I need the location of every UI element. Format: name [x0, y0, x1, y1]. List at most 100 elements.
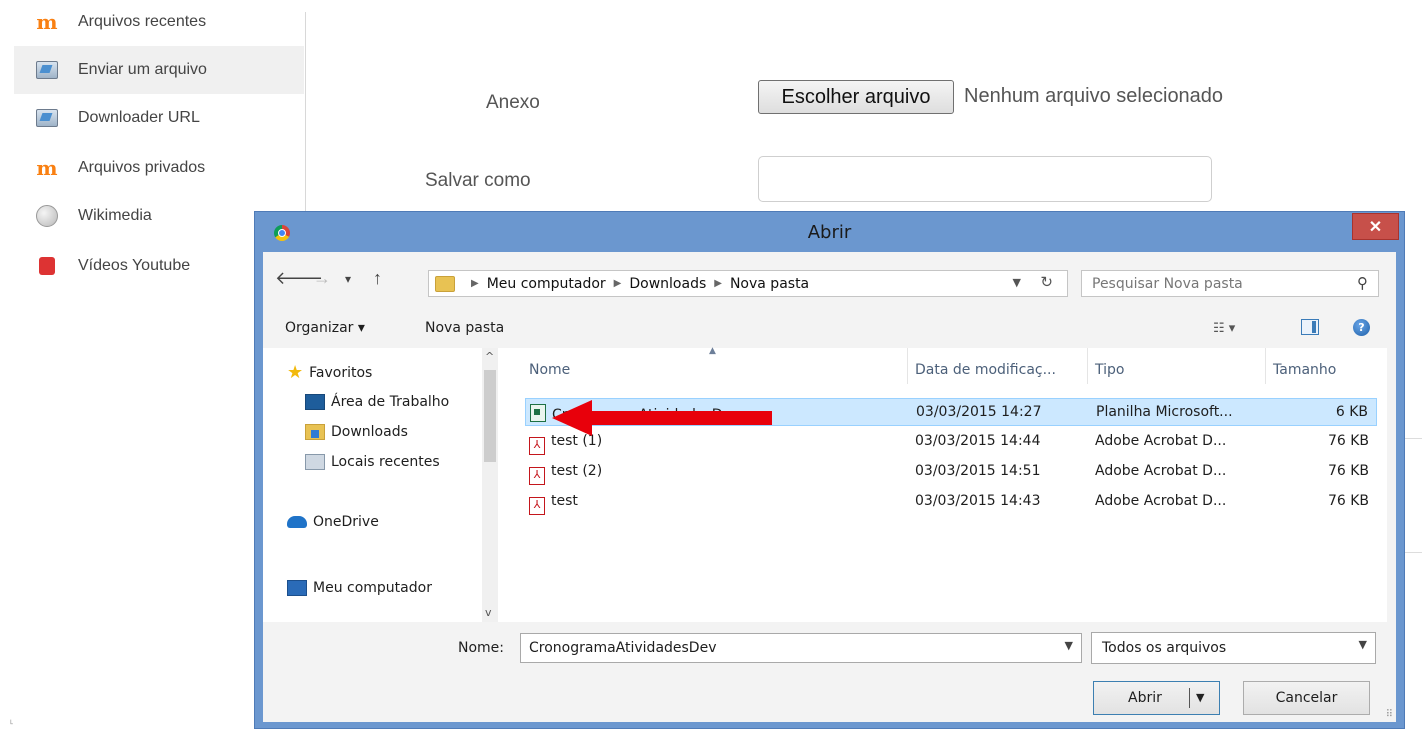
chevron-down-icon[interactable]: ▼	[1196, 691, 1204, 704]
file-date: 03/03/2015 14:43	[915, 493, 1041, 509]
search-icon[interactable]: ⚲	[1357, 274, 1368, 292]
forward-icon[interactable]: →	[313, 268, 331, 289]
nav-item-desktop[interactable]: Área de Trabalho	[305, 394, 449, 410]
column-divider[interactable]	[1087, 348, 1088, 384]
scrollbar-thumb[interactable]	[484, 370, 496, 462]
computer-icon	[287, 580, 307, 596]
repo-item-url-downloader[interactable]: Downloader URL	[14, 94, 304, 142]
file-row[interactable]: ⅄ test (2) 03/03/2015 14:51 Adobe Acrobat…	[525, 458, 1377, 486]
file-name-cell: ⅄ test (2)	[529, 463, 602, 485]
nav-item-recent-places[interactable]: Locais recentes	[305, 454, 440, 470]
help-icon[interactable]: ?	[1353, 319, 1370, 336]
desktop-icon	[305, 394, 325, 410]
chevron-right-icon: ▶	[471, 278, 479, 289]
file-type-value: Todos os arquivos	[1102, 640, 1227, 656]
nav-item-label: Meu computador	[313, 580, 432, 596]
divider	[1405, 552, 1422, 553]
recent-places-icon	[305, 454, 325, 470]
divider	[1405, 438, 1422, 439]
close-button[interactable]: ✕	[1352, 213, 1399, 240]
dialog-titlebar[interactable]: Abrir ✕	[255, 212, 1404, 252]
breadcrumb-item[interactable]: Meu computador	[487, 276, 606, 292]
file-type-select[interactable]: Todos os arquivos ▼	[1091, 632, 1376, 664]
address-bar[interactable]: ▶ Meu computador ▶ Downloads ▶ Nova past…	[428, 270, 1068, 297]
repo-item-upload-file[interactable]: Enviar um arquivo	[14, 46, 304, 94]
cancel-button[interactable]: Cancelar	[1243, 681, 1370, 715]
column-divider[interactable]	[1265, 348, 1266, 384]
scroll-down-icon[interactable]: v	[485, 606, 492, 619]
chevron-right-icon: ▶	[714, 278, 722, 289]
repo-item-private-files[interactable]: m Arquivos privados	[14, 144, 304, 192]
moodle-icon: m	[36, 10, 58, 34]
wikimedia-icon	[36, 205, 58, 227]
nav-item-label: Locais recentes	[331, 454, 440, 470]
chevron-down-icon[interactable]: ▼	[1013, 276, 1021, 289]
file-date: 03/03/2015 14:27	[916, 404, 1042, 420]
folder-icon	[435, 275, 455, 292]
file-name-value: CronogramaAtividadesDev	[529, 640, 717, 656]
file-name-label: Nome:	[458, 640, 505, 656]
attachment-label: Anexo	[486, 92, 540, 113]
pdf-icon: ⅄	[529, 437, 545, 455]
toolbar: Organizar ▾ Nova pasta ☷ ▾ ?	[263, 308, 1396, 348]
url-download-icon	[36, 107, 58, 129]
save-as-input[interactable]	[758, 156, 1212, 202]
chevron-down-icon: ▼	[1358, 638, 1367, 651]
nav-item-favorites[interactable]: ★ Favoritos	[287, 364, 372, 382]
file-size: 76 KB	[1327, 493, 1369, 509]
repo-item-label: Vídeos Youtube	[78, 257, 191, 274]
dialog-title: Abrir	[807, 222, 852, 243]
up-icon[interactable]: ↑	[373, 268, 382, 289]
refresh-icon[interactable]: ↻	[1040, 273, 1053, 291]
file-name: test (2)	[551, 463, 603, 479]
file-name: test	[551, 493, 578, 509]
column-header-size[interactable]: Tamanho	[1273, 362, 1336, 378]
upload-icon	[36, 59, 58, 81]
file-type: Adobe Acrobat D...	[1095, 493, 1227, 509]
pdf-icon: ⅄	[529, 497, 545, 515]
nav-item-label: OneDrive	[313, 514, 379, 530]
file-date: 03/03/2015 14:44	[915, 433, 1041, 449]
repo-item-recent-files[interactable]: m Arquivos recentes	[14, 0, 304, 46]
scroll-up-icon[interactable]: ^	[485, 350, 494, 363]
repo-item-label: Downloader URL	[78, 109, 200, 126]
divider	[1189, 688, 1190, 708]
open-button-label[interactable]: Abrir	[1128, 690, 1162, 706]
change-view-icon[interactable]: ☷ ▾	[1213, 321, 1235, 336]
recent-locations-icon[interactable]: ▾	[345, 272, 351, 286]
file-type: Adobe Acrobat D...	[1095, 433, 1227, 449]
breadcrumb-item[interactable]: Nova pasta	[730, 276, 809, 292]
open-split-button[interactable]: Abrir ▼	[1093, 681, 1220, 715]
search-input[interactable]: Pesquisar Nova pasta ⚲	[1081, 270, 1379, 297]
column-header-type[interactable]: Tipo	[1095, 362, 1124, 378]
preview-pane-icon[interactable]	[1301, 319, 1319, 335]
resize-handle: ˪	[10, 716, 14, 727]
nav-item-label: Downloads	[331, 424, 408, 440]
breadcrumb-item[interactable]: Downloads	[629, 276, 706, 292]
dialog-body: 🡐 → ▾ ↑ ▶ Meu computador ▶ Downloads ▶ N…	[263, 252, 1396, 722]
column-divider[interactable]	[907, 348, 908, 384]
file-type: Adobe Acrobat D...	[1095, 463, 1227, 479]
new-folder-button[interactable]: Nova pasta	[425, 320, 504, 336]
nav-item-label: Área de Trabalho	[331, 394, 450, 410]
file-row[interactable]: ⅄ test 03/03/2015 14:43 Adobe Acrobat D..…	[525, 488, 1377, 516]
pdf-icon: ⅄	[529, 467, 545, 485]
chevron-down-icon[interactable]: ▼	[1065, 639, 1073, 652]
file-list: ▲ Nome Data de modificaç... Tipo Tamanho…	[499, 346, 1387, 622]
divider	[305, 12, 306, 212]
nav-item-computer[interactable]: Meu computador	[287, 580, 432, 596]
column-header-date[interactable]: Data de modificaç...	[915, 362, 1056, 378]
chevron-right-icon: ▶	[613, 278, 622, 289]
repo-item-label: Arquivos recentes	[78, 13, 207, 30]
save-as-label: Salvar como	[425, 170, 531, 191]
resize-grip-icon[interactable]: ⠿	[1386, 709, 1393, 720]
column-header-name[interactable]: Nome	[529, 362, 570, 378]
nav-item-onedrive[interactable]: OneDrive	[287, 514, 379, 530]
file-name-input[interactable]: CronogramaAtividadesDev ▼	[520, 633, 1082, 663]
choose-file-button[interactable]: Escolher arquivo	[758, 80, 954, 114]
nav-item-downloads[interactable]: Downloads	[305, 424, 408, 440]
sort-ascending-icon: ▲	[709, 346, 716, 356]
organize-menu-button[interactable]: Organizar ▾	[285, 320, 365, 336]
open-file-dialog: Abrir ✕ 🡐 → ▾ ↑ ▶ Meu computador ▶ Downl…	[254, 211, 1405, 729]
scrollbar[interactable]: ^ v	[482, 348, 498, 622]
